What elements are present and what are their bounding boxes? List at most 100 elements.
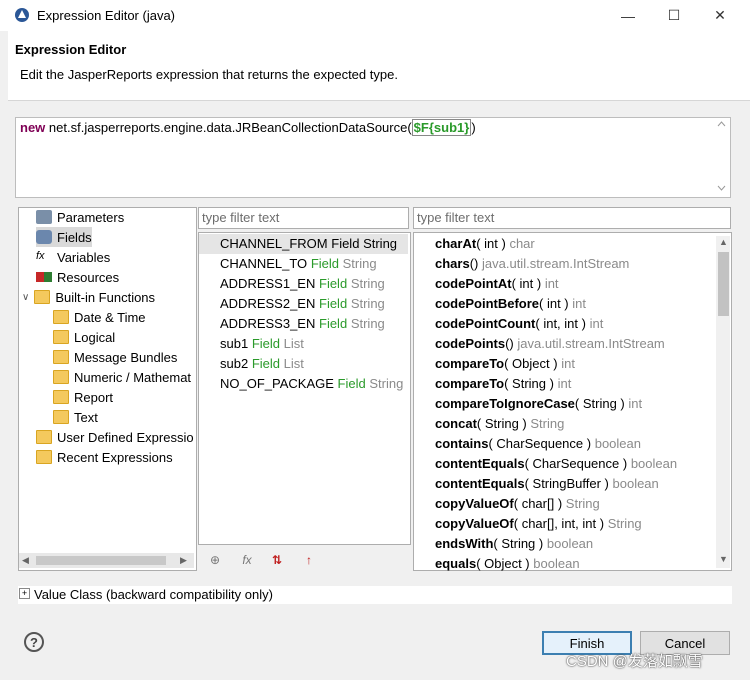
maximize-icon[interactable]: ☐ xyxy=(651,0,697,31)
field-row[interactable]: CHANNEL_FROM Field String xyxy=(199,234,408,254)
method-row[interactable]: codePointBefore( int ) int xyxy=(435,294,586,314)
tree-item[interactable]: Numeric / Mathemat xyxy=(53,367,191,387)
methods-filter-input[interactable]: type filter text xyxy=(413,207,731,229)
expand-chevron-icon[interactable]: ∨ xyxy=(22,292,29,303)
method-name: equals xyxy=(435,556,477,571)
tree-item[interactable]: Fields xyxy=(36,227,92,247)
method-name: charAt xyxy=(435,236,477,251)
method-return-type: int xyxy=(544,276,559,291)
tree-item[interactable]: Logical xyxy=(53,327,115,347)
field-row[interactable]: ADDRESS3_EN Field String xyxy=(199,314,408,334)
method-row[interactable]: copyValueOf( char[], int, int ) String xyxy=(435,514,642,534)
method-row[interactable]: contentEquals( StringBuffer ) boolean xyxy=(435,474,659,494)
field-type: List xyxy=(283,336,304,351)
method-name: compareTo xyxy=(435,376,505,391)
field-kind: Field xyxy=(251,336,281,351)
help-button[interactable]: ? xyxy=(24,632,44,652)
scroll-down-icon[interactable]: ▼ xyxy=(719,554,728,564)
tree-item[interactable]: fx Variables xyxy=(36,247,110,267)
method-return-type: String xyxy=(530,416,565,431)
tree-item-label: User Defined Expressio xyxy=(57,429,194,445)
method-row[interactable]: copyValueOf( char[] ) String xyxy=(435,494,600,514)
field-type: List xyxy=(283,356,304,371)
tree-item[interactable]: Parameters xyxy=(36,207,124,227)
folder-icon xyxy=(53,350,69,364)
field-row[interactable]: NO_OF_PACKAGE Field String xyxy=(199,374,408,394)
method-name: compareToIgnoreCase xyxy=(435,396,575,411)
method-return-type: java.util.stream.IntStream xyxy=(482,256,630,271)
tree-item[interactable]: Date & Time xyxy=(53,307,146,327)
scroll-right-icon[interactable]: ▶ xyxy=(180,555,187,566)
insert-field-icon[interactable]: ⊕ xyxy=(204,551,226,569)
method-row[interactable]: codePointCount( int, int ) int xyxy=(435,314,603,334)
tree-item-label: Logical xyxy=(74,329,116,345)
methods-scroll-thumb[interactable] xyxy=(718,252,729,316)
method-row[interactable]: concat( String ) String xyxy=(435,414,564,434)
method-row[interactable]: compareTo( String ) int xyxy=(435,374,571,394)
window-title: Expression Editor (java) xyxy=(37,8,175,23)
method-params: ( CharSequence ) xyxy=(488,436,592,451)
value-class-label[interactable]: Value Class (backward compatibility only… xyxy=(34,587,273,602)
method-row[interactable]: compareTo( Object ) int xyxy=(435,354,575,374)
field-kind: Field xyxy=(251,356,281,371)
field-kind: Field xyxy=(319,276,348,291)
tree-item[interactable]: User Defined Expressio xyxy=(36,427,194,447)
method-row[interactable]: equals( Object ) boolean xyxy=(435,554,580,574)
scroll-up-icon[interactable]: ▲ xyxy=(719,237,728,247)
method-row[interactable]: compareToIgnoreCase( String ) int xyxy=(435,394,642,414)
method-row[interactable]: chars() java.util.stream.IntStream xyxy=(435,254,629,274)
field-name: NO_OF_PACKAGE xyxy=(220,376,334,391)
tree-item-label: Resources xyxy=(57,269,120,285)
method-params: ( CharSequence ) xyxy=(524,456,628,471)
field-row[interactable]: CHANNEL_TO Field String xyxy=(199,254,408,274)
method-row[interactable]: contains( CharSequence ) boolean xyxy=(435,434,641,454)
method-row[interactable]: charAt( int ) char xyxy=(435,234,535,254)
tree-item-label: Message Bundles xyxy=(74,349,178,365)
tree-item[interactable]: Message Bundles xyxy=(53,347,177,367)
method-name: copyValueOf xyxy=(435,496,514,511)
folder-icon xyxy=(53,370,69,384)
tree-item-label: Built-in Functions xyxy=(55,289,156,305)
tree-item-label: Date & Time xyxy=(74,309,146,325)
sort-ascending-icon[interactable]: ⇅ xyxy=(266,551,288,569)
method-params: ( Object ) xyxy=(504,356,558,371)
minimize-icon[interactable]: — xyxy=(605,0,651,31)
tree-item-label: Numeric / Mathemat xyxy=(74,369,192,385)
tree-scroll-thumb[interactable] xyxy=(36,556,166,565)
dialog-description: Edit the JasperReports expression that r… xyxy=(20,67,398,82)
close-icon[interactable]: ✕ xyxy=(697,0,743,31)
expression-text[interactable]: new net.sf.jasperreports.engine.data.JRB… xyxy=(20,119,476,136)
folder-icon xyxy=(36,430,52,444)
method-params: () xyxy=(505,336,514,351)
tree-item[interactable]: Text xyxy=(53,407,98,427)
tree-item[interactable]: Report xyxy=(53,387,113,407)
field-kind: Field xyxy=(319,296,348,311)
method-row[interactable]: endsWith( String ) boolean xyxy=(435,534,593,554)
method-return-type: int xyxy=(628,396,643,411)
field-row[interactable]: sub2 Field List xyxy=(199,354,408,374)
method-row[interactable]: contentEquals( CharSequence ) boolean xyxy=(435,454,677,474)
expression-close-paren: ) xyxy=(471,120,476,135)
expression-scrollbar[interactable] xyxy=(714,118,729,195)
insert-function-icon[interactable]: fx xyxy=(236,551,258,569)
field-row[interactable]: sub1 Field List xyxy=(199,334,408,354)
expression-keyword: new xyxy=(20,120,46,135)
scroll-left-icon[interactable]: ◀ xyxy=(22,555,29,566)
expand-plus-icon[interactable]: + xyxy=(19,588,30,599)
tree-item[interactable]: Recent Expressions xyxy=(36,447,173,467)
method-row[interactable]: codePointAt( int ) int xyxy=(435,274,559,294)
fields-filter-input[interactable]: type filter text xyxy=(198,207,409,229)
tree-item[interactable]: Resources xyxy=(36,267,119,287)
field-name: sub1 xyxy=(220,336,249,351)
method-row[interactable]: codePoints() java.util.stream.IntStream xyxy=(435,334,665,354)
method-name: endsWith xyxy=(435,536,494,551)
sort-descending-icon[interactable]: ↑ xyxy=(298,551,320,569)
method-name: copyValueOf xyxy=(435,516,514,531)
folder-icon xyxy=(34,290,51,304)
method-return-type: boolean xyxy=(594,436,641,451)
field-row[interactable]: ADDRESS2_EN Field String xyxy=(199,294,408,314)
tree-item[interactable]: ∨ Built-in Functions xyxy=(22,287,155,307)
method-params: ( char[] ) xyxy=(513,496,563,511)
field-row[interactable]: ADDRESS1_EN Field String xyxy=(199,274,408,294)
method-params: ( int ) xyxy=(539,296,569,311)
